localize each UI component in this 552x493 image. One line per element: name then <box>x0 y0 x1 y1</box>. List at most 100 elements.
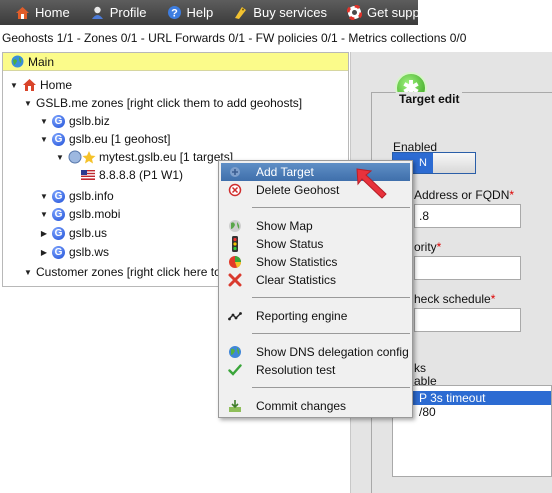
menu-item-label: Show Status <box>256 237 324 251</box>
tree-label: 8.8.8.8 (P1 W1) <box>99 168 184 182</box>
globe-small-icon <box>11 55 24 68</box>
checks-list[interactable]: P 3s timeout /80 <box>392 385 552 477</box>
collapse-arrow-icon[interactable]: ▼ <box>55 153 65 162</box>
tree-node-target[interactable]: 8.8.8.8 (P1 W1) <box>81 166 183 184</box>
nav-help-label: Help <box>186 5 214 20</box>
priority-label-text: ority <box>414 240 437 254</box>
gslb-zone-icon: G <box>52 207 65 221</box>
collapse-arrow-icon[interactable]: ▼ <box>39 117 49 126</box>
help-icon: ? <box>167 5 182 20</box>
collapse-arrow-icon[interactable]: ▼ <box>9 81 19 90</box>
address-label-text: Address or FQDN <box>414 188 510 202</box>
menu-item-clear-statistics[interactable]: Clear Statistics <box>221 271 410 289</box>
gslb-zone-icon: G <box>52 132 65 146</box>
house-icon <box>15 5 30 20</box>
address-label: Address or FQDN* <box>414 188 514 202</box>
menu-item-label: Show DNS delegation config <box>256 345 409 359</box>
collapse-arrow-icon[interactable]: ▼ <box>23 99 33 108</box>
tree-node-zone[interactable]: ▼ G gslb.biz <box>39 112 110 130</box>
menu-item-label: Add Target <box>256 165 314 179</box>
nav-get-support[interactable]: Get support <box>333 0 441 25</box>
gslb-zone-icon: G <box>52 189 65 203</box>
gslb-zone-icon: G <box>52 114 65 128</box>
tree-node-zone[interactable]: ▶ G gslb.us <box>39 224 107 242</box>
nav-get-support-label: Get support <box>367 5 435 20</box>
svg-text:?: ? <box>171 8 178 20</box>
tree-node-zone[interactable]: ▼ G gslb.info <box>39 187 114 205</box>
check-item-selected[interactable]: P 3s timeout <box>393 391 551 405</box>
menu-item-show-status[interactable]: Show Status <box>221 235 410 253</box>
collapse-arrow-icon[interactable]: ▼ <box>39 210 49 219</box>
tree-node-geohost[interactable]: ▼ mytest.gslb.eu [1 targets] <box>55 148 233 166</box>
gslb-zone-icon: G <box>52 226 65 240</box>
commit-icon <box>227 398 243 414</box>
tree-label: gslb.us <box>69 226 108 240</box>
required-mark: * <box>509 188 515 202</box>
collapse-arrow-icon[interactable]: ▼ <box>39 192 49 201</box>
schedule-label-text: heck schedule <box>414 292 491 306</box>
toggle-knob <box>433 153 475 173</box>
house-icon <box>22 78 37 92</box>
reporting-icon <box>227 308 243 324</box>
top-nav-inner: Home Profile ? Help Buy services Get sup… <box>0 0 435 25</box>
expand-arrow-icon[interactable]: ▶ <box>39 248 49 257</box>
tag-icon <box>233 5 248 20</box>
add-target-icon <box>227 164 243 180</box>
menu-item-label: Show Map <box>256 219 313 233</box>
nav-profile-label: Profile <box>109 5 147 20</box>
menu-item-commit-changes[interactable]: Commit changes <box>221 397 410 415</box>
menu-item-show-statistics[interactable]: Show Statistics <box>221 253 410 271</box>
top-nav-bar: Home Profile ? Help Buy services Get sup… <box>0 0 552 25</box>
nav-profile[interactable]: Profile <box>76 0 153 25</box>
tree-node-gslb-zones[interactable]: ▼ GSLB.me zones [right click them to add… <box>23 94 302 112</box>
delete-icon <box>227 182 243 198</box>
menu-item-reporting-engine[interactable]: Reporting engine <box>221 307 410 325</box>
menu-item-label: Show Statistics <box>256 255 338 269</box>
tree-node-home[interactable]: ▼ Home <box>9 76 72 94</box>
schedule-input[interactable] <box>414 308 521 332</box>
tree-node-customer-zones[interactable]: ▼ Customer zones [right click here to <box>23 263 221 281</box>
menu-item-label: Resolution test <box>256 363 336 377</box>
tree-label: Home <box>40 78 73 92</box>
map-icon <box>227 218 243 234</box>
gslb-zone-icon: G <box>52 245 65 259</box>
nav-home-label: Home <box>35 5 70 20</box>
tree-label: GSLB.me zones [right click them to add g… <box>36 96 303 110</box>
priority-label: ority* <box>414 240 441 254</box>
expand-arrow-icon[interactable]: ▶ <box>39 229 49 238</box>
tree-label: gslb.mobi <box>69 207 121 221</box>
pointer-arrow-icon <box>356 168 387 199</box>
summary-stats: Geohosts 1/1 - Zones 0/1 - URL Forwards … <box>2 31 467 45</box>
traffic-light-icon <box>227 236 243 252</box>
collapse-arrow-icon[interactable]: ▼ <box>39 135 49 144</box>
main-panel-header: Main <box>3 53 348 71</box>
check-icon <box>227 362 243 378</box>
user-icon <box>90 5 105 20</box>
lifebuoy-icon <box>346 4 363 21</box>
check-item[interactable]: /80 <box>393 405 551 419</box>
collapse-arrow-icon[interactable]: ▼ <box>23 268 33 277</box>
menu-item-label: Commit changes <box>256 399 347 413</box>
tree-label: gslb.eu [1 geohost] <box>69 132 171 146</box>
tree-label: gslb.ws <box>69 245 110 259</box>
menu-item-label: Reporting engine <box>256 309 348 323</box>
menu-item-show-map[interactable]: Show Map <box>221 217 410 235</box>
tree-node-zone[interactable]: ▶ G gslb.ws <box>39 243 109 261</box>
menu-separator <box>252 297 410 298</box>
tree-label: Customer zones [right click here to <box>36 265 221 279</box>
menu-item-resolution-test[interactable]: Resolution test <box>221 361 410 379</box>
us-flag-icon <box>81 170 95 180</box>
tree-node-zone[interactable]: ▼ G gslb.eu [1 geohost] <box>39 130 170 148</box>
priority-input[interactable] <box>414 256 521 280</box>
address-input[interactable]: .8 <box>414 204 521 228</box>
required-mark: * <box>490 292 496 306</box>
schedule-label: heck schedule* <box>414 292 495 306</box>
nav-buy-services[interactable]: Buy services <box>219 0 333 25</box>
nav-help[interactable]: ? Help <box>153 0 220 25</box>
menu-item-label: Delete Geohost <box>256 183 340 197</box>
menu-item-show-dns-delegation[interactable]: Show DNS delegation config <box>221 343 410 361</box>
nav-home[interactable]: Home <box>0 0 76 25</box>
menu-separator <box>252 207 410 208</box>
tree-label: gslb.biz <box>69 114 110 128</box>
tree-node-zone[interactable]: ▼ G gslb.mobi <box>39 205 120 223</box>
